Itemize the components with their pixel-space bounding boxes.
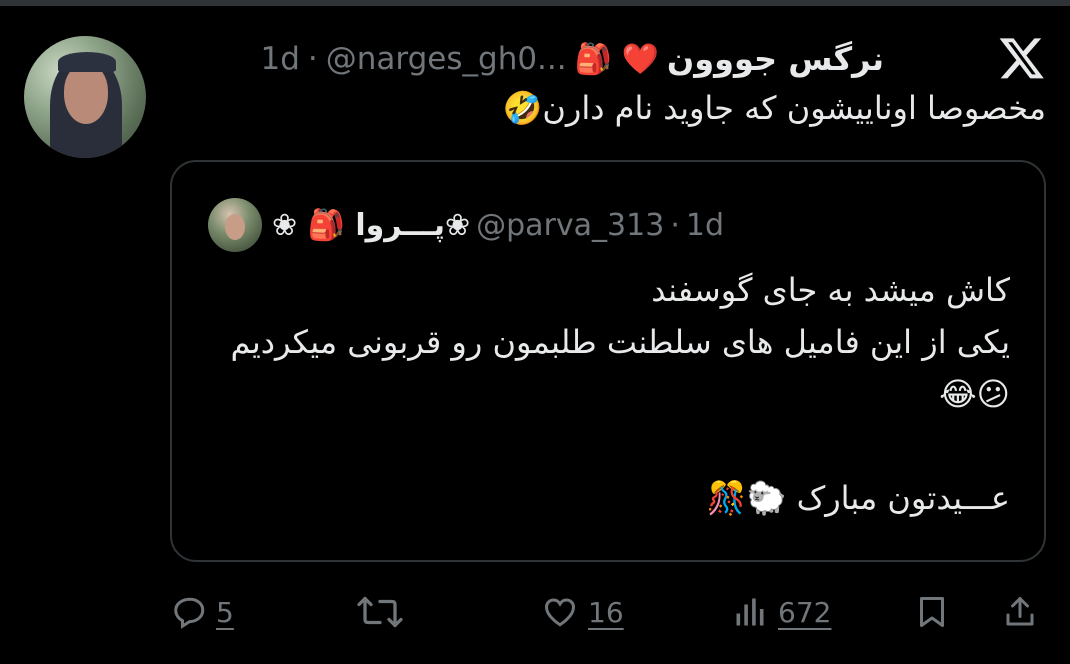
retweet-button[interactable]: [356, 580, 404, 644]
author-handle[interactable]: @narges_gh0...: [326, 41, 567, 77]
author-avatar[interactable]: [24, 36, 146, 158]
bookmark-button[interactable]: [914, 580, 950, 644]
share-button[interactable]: [1002, 580, 1038, 644]
like-button[interactable]: 16: [540, 580, 624, 644]
bookmark-icon: [920, 597, 944, 627]
x-logo-icon[interactable]: [998, 34, 1046, 82]
reply-button[interactable]: 5: [172, 580, 234, 644]
views-icon: [736, 598, 764, 626]
quoted-author-display-name[interactable]: ❀پـــروا 🎒 ❀: [272, 208, 470, 243]
tweet-timestamp[interactable]: 1d: [261, 41, 300, 77]
quoted-tweet-header: ❀پـــروا 🎒 ❀ @parva_313 · 1d: [272, 198, 724, 252]
share-icon: [1006, 597, 1034, 626]
heart-icon: [544, 598, 576, 627]
retweet-icon: [357, 596, 403, 628]
views-button[interactable]: 672: [730, 580, 831, 644]
tweet-text: مخصوصا اوناییشون که جاوید نام دارن🤣: [502, 89, 1046, 127]
like-count: 16: [588, 595, 624, 629]
quoted-tweet-text: کاش میشد به جای گوسفند یکی از این فامیل …: [230, 271, 1010, 517]
views-count: 672: [778, 595, 832, 629]
quoted-tweet-card[interactable]: ❀پـــروا 🎒 ❀ @parva_313 · 1d کاش میشد به…: [170, 160, 1046, 562]
reply-count: 5: [216, 595, 234, 629]
name-emojis: 🎒 ❤️: [574, 41, 659, 77]
quoted-timestamp[interactable]: 1d: [686, 208, 724, 243]
quoted-author-avatar[interactable]: [208, 198, 262, 252]
tweet-action-bar: 5 16 672: [0, 580, 1070, 644]
time-separator: ·: [307, 41, 318, 77]
quoted-author-handle[interactable]: @parva_313: [476, 208, 664, 243]
top-divider: [0, 0, 1070, 6]
tweet-header: نرگس جووون 🎒 ❤️ @narges_gh0... · 1d: [261, 36, 885, 82]
author-display-name[interactable]: نرگس جووون: [667, 40, 884, 78]
reply-icon: [174, 597, 205, 629]
quoted-time-separator: ·: [670, 207, 680, 243]
